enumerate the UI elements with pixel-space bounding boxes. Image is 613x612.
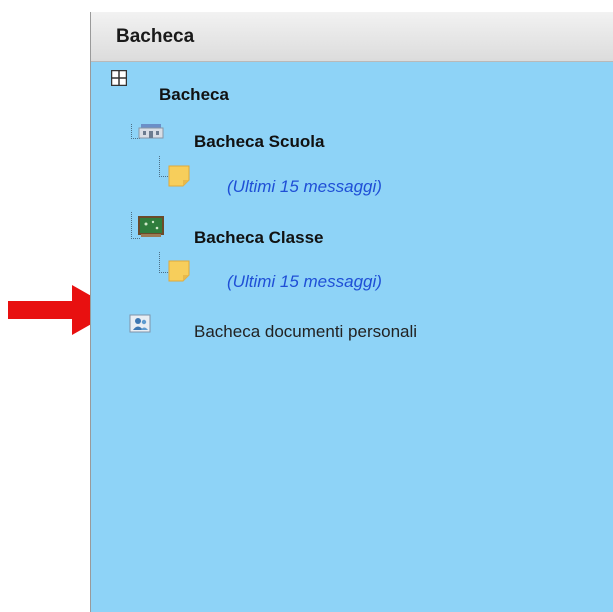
- tree-item-classe-messages[interactable]: (Ultimi 15 messaggi): [227, 272, 382, 292]
- tree-item-bacheca-classe[interactable]: Bacheca Classe: [194, 228, 323, 248]
- class-board-icon[interactable]: [138, 216, 164, 238]
- bacheca-panel: Bacheca Bacheca Bacheca Scuola (Ultimi 1…: [90, 12, 613, 612]
- personal-docs-icon[interactable]: [129, 314, 151, 334]
- tree-item-bacheca[interactable]: Bacheca: [159, 85, 229, 105]
- screenshot: Bacheca Bacheca Bacheca Scuola (Ultimi 1…: [0, 0, 613, 612]
- grid-icon[interactable]: [111, 70, 127, 86]
- sticky-note-icon: [168, 260, 190, 282]
- sticky-note-icon: [168, 165, 190, 187]
- panel-title: Bacheca: [116, 25, 195, 47]
- tree-item-personal-docs[interactable]: Bacheca documenti personali: [194, 322, 417, 342]
- tree-view: Bacheca Bacheca Scuola (Ultimi 15 messag…: [91, 62, 613, 612]
- school-board-icon[interactable]: [138, 122, 164, 140]
- tree-item-bacheca-scuola[interactable]: Bacheca Scuola: [194, 132, 324, 152]
- tree-item-scuola-messages[interactable]: (Ultimi 15 messaggi): [227, 177, 382, 197]
- panel-header: Bacheca: [91, 12, 613, 62]
